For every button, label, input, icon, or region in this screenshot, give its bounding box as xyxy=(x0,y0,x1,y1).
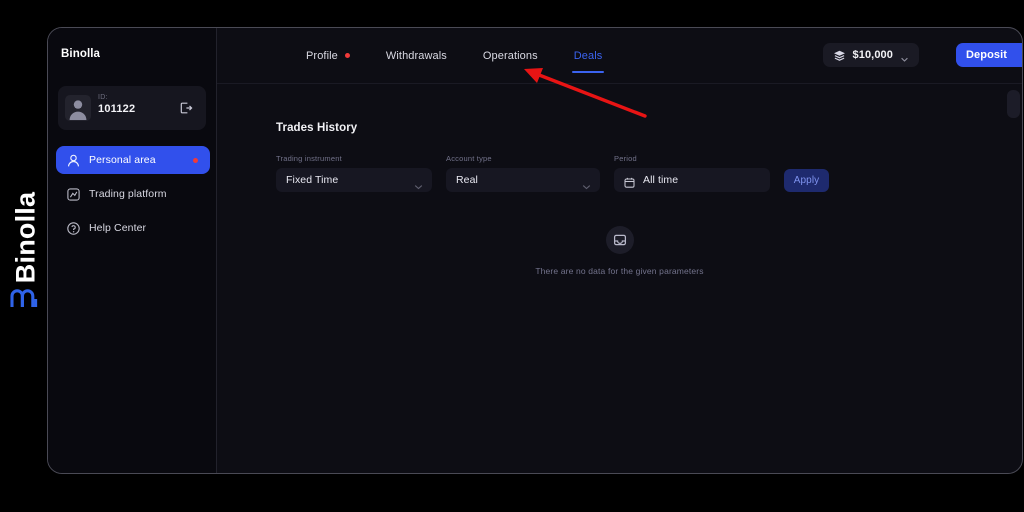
balance-amount: $10,000 xyxy=(852,49,893,61)
sidebar-item-help-center[interactable]: Help Center xyxy=(56,214,210,242)
sidebar-item-badge-dot xyxy=(193,158,198,163)
tab-label: Deals xyxy=(573,49,603,62)
field-label: Period xyxy=(614,154,637,163)
period-select[interactable]: All time xyxy=(614,168,770,192)
chart-square-icon xyxy=(66,187,81,202)
tab-badge-dot xyxy=(344,53,350,58)
filter-account-type: Account type Real xyxy=(446,154,600,192)
app-window: Binolla ID: 101122 Personal area Trading… xyxy=(47,27,1023,474)
chevron-down-icon xyxy=(582,177,591,190)
empty-state: There are no data for the given paramete… xyxy=(217,226,1022,276)
tab-label: Operations xyxy=(482,49,538,62)
binolla-arch-logo-icon xyxy=(10,286,38,308)
sidebar: Binolla ID: 101122 Personal area Trading… xyxy=(48,28,217,473)
filters-bar: Trading instrument Fixed Time Account ty… xyxy=(276,154,829,192)
main-content: Trades History Trading instrument Fixed … xyxy=(217,83,1022,473)
field-label: Trading instrument xyxy=(276,154,342,163)
tab-bar: Profile Withdrawals Operations Deals xyxy=(288,28,620,83)
sidebar-item-trading-platform[interactable]: Trading platform xyxy=(56,180,210,208)
coins-stack-icon xyxy=(833,49,846,62)
tab-label: Profile xyxy=(306,49,338,62)
binolla-watermark: Binolla xyxy=(0,0,48,512)
person-icon xyxy=(66,153,81,168)
tab-deals[interactable]: Deals xyxy=(556,28,621,83)
question-circle-icon xyxy=(66,221,81,236)
sidebar-item-personal-area[interactable]: Personal area xyxy=(56,146,210,174)
sidebar-brand: Binolla xyxy=(61,48,101,60)
watermark-text: Binolla xyxy=(10,191,41,284)
account-id-value: 101122 xyxy=(98,103,136,115)
screenshot-stage: Binolla Binolla ID: 101122 Personal area… xyxy=(0,0,1024,512)
field-label: Account type xyxy=(446,154,492,163)
avatar xyxy=(65,95,91,121)
filter-period: Period All time xyxy=(614,154,770,192)
empty-state-message: There are no data for the given paramete… xyxy=(535,266,704,276)
tab-withdrawals[interactable]: Withdrawals xyxy=(368,28,465,83)
topbar: Profile Withdrawals Operations Deals $10… xyxy=(217,28,1022,84)
select-value: All time xyxy=(643,174,679,186)
calendar-icon xyxy=(624,175,635,188)
account-id-card[interactable]: ID: 101122 xyxy=(58,86,206,130)
apply-field: Apply xyxy=(784,169,829,192)
account-id-label: ID: xyxy=(98,94,108,101)
tab-profile[interactable]: Profile xyxy=(288,28,368,83)
select-value: Real xyxy=(456,174,478,186)
sidebar-item-label: Help Center xyxy=(89,222,147,234)
inbox-tray-icon xyxy=(605,226,634,254)
filter-trading-instrument: Trading instrument Fixed Time xyxy=(276,154,432,192)
trading-instrument-select[interactable]: Fixed Time xyxy=(276,168,432,192)
tab-label: Withdrawals xyxy=(385,49,447,62)
sidebar-nav: Personal area Trading platform Help Cent… xyxy=(56,146,210,248)
account-type-select[interactable]: Real xyxy=(446,168,600,192)
logout-icon[interactable] xyxy=(178,100,194,116)
page-title: Trades History xyxy=(276,122,358,134)
sidebar-item-label: Personal area xyxy=(89,154,156,166)
select-value: Fixed Time xyxy=(286,174,339,186)
tab-operations[interactable]: Operations xyxy=(465,28,556,83)
balance-selector[interactable]: $10,000 xyxy=(822,43,919,67)
deposit-button[interactable]: Deposit xyxy=(956,43,1022,67)
apply-button[interactable]: Apply xyxy=(784,169,829,192)
chevron-down-icon xyxy=(414,177,423,190)
chevron-down-icon xyxy=(900,51,909,62)
sidebar-item-label: Trading platform xyxy=(89,188,167,200)
